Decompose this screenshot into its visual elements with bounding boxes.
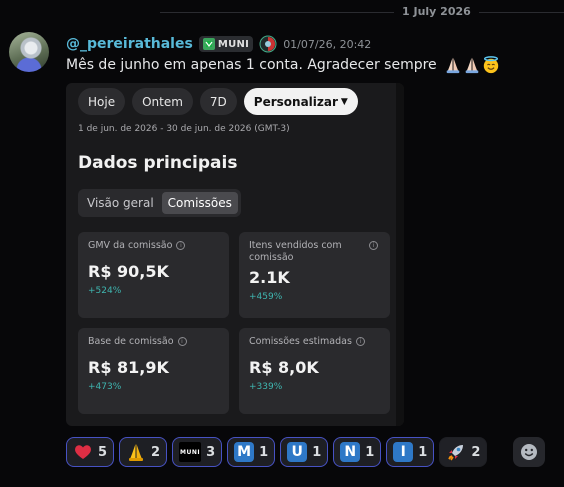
reaction-letter-n[interactable]: N 1	[333, 437, 382, 467]
letter-m-icon: M	[234, 442, 255, 462]
profile-decoration-icon	[259, 35, 277, 53]
smiling-face-with-halo-icon	[483, 56, 498, 74]
metric-label: Comissões estimadas	[249, 336, 352, 347]
folded-hands-icon	[465, 57, 478, 74]
date-divider-line	[160, 12, 564, 13]
metric-delta: +459%	[249, 292, 283, 302]
letter-n-icon: N	[340, 442, 361, 462]
chevron-down-icon: ▼	[340, 96, 348, 107]
server-tag-label: MUNI	[217, 38, 250, 50]
section-title: Dados principais	[78, 153, 238, 173]
reaction-count: 1	[259, 444, 269, 460]
reaction-count: 2	[471, 444, 481, 460]
info-icon: i	[355, 337, 365, 346]
muni-logo-icon: MUNI	[179, 442, 202, 462]
metric-label: Itens vendidos com comissão	[249, 240, 342, 263]
message-timestamp: 01/07/26, 20:42	[283, 37, 372, 51]
red-heart-icon	[75, 445, 91, 459]
reaction-count: 1	[312, 444, 322, 460]
reaction-count: 2	[151, 444, 161, 460]
period-filter: Hoje Ontem 7D Personalizar ▼	[78, 88, 358, 115]
reaction-folded-hands[interactable]: 2	[119, 437, 168, 467]
metric-value: R$ 90,5K	[88, 262, 169, 281]
metric-value: R$ 81,9K	[88, 358, 169, 377]
embedded-screenshot[interactable]: Hoje Ontem 7D Personalizar ▼ 1 de jun. d…	[66, 83, 404, 426]
folded-hands-icon	[446, 57, 459, 74]
pill-personalizar: Personalizar ▼	[243, 88, 358, 115]
metric-delta: +473%	[88, 382, 122, 392]
folded-hands-icon	[129, 444, 144, 461]
smiley-face-icon	[521, 444, 537, 460]
reaction-heart[interactable]: 5	[66, 437, 115, 467]
add-reaction-button[interactable]	[513, 437, 545, 467]
metric-card: Itens vendidos com comissão i 2.1K +459%	[239, 232, 390, 318]
username[interactable]: @_pereirathales	[66, 36, 193, 52]
metric-value: 2.1K	[249, 268, 290, 287]
metric-label: GMV da comissão	[88, 240, 173, 251]
metric-card: Base de comissão i R$ 81,9K +473%	[78, 328, 229, 414]
reaction-count: 3	[206, 444, 216, 460]
tab-visao-geral: Visão geral	[87, 196, 154, 210]
metric-card: Comissões estimadas i R$ 8,0K +339%	[239, 328, 390, 414]
metric-delta: +339%	[249, 382, 283, 392]
reaction-letter-u[interactable]: U 1	[280, 437, 329, 467]
letter-i-icon: I	[393, 442, 414, 462]
pill-ontem: Ontem	[132, 88, 193, 115]
reaction-count: 1	[418, 444, 428, 460]
date-divider-label: 1 July 2026	[394, 5, 479, 18]
reaction-rocket[interactable]: 2	[439, 437, 488, 467]
screenshot-edge	[396, 83, 404, 426]
message-header: @_pereirathales MUNI 01/07/26, 20:42	[66, 34, 371, 54]
user-avatar[interactable]	[9, 32, 49, 72]
metric-value: R$ 8,0K	[249, 358, 319, 377]
metric-card: GMV da comissão i R$ 90,5K +524%	[78, 232, 229, 318]
reaction-count: 1	[365, 444, 375, 460]
server-tag-icon	[202, 38, 215, 50]
rocket-icon	[448, 445, 464, 461]
reaction-letter-i[interactable]: I 1	[386, 437, 435, 467]
metric-delta: +524%	[88, 286, 122, 296]
date-range: 1 de jun. de 2026 - 30 de jun. de 2026 (…	[78, 124, 290, 134]
reaction-muni[interactable]: MUNI 3	[172, 437, 223, 467]
view-tabs: Visão geral Comissões	[78, 189, 241, 217]
metric-label: Base de comissão	[88, 336, 174, 347]
tab-comissoes: Comissões	[161, 192, 238, 214]
reaction-letter-m[interactable]: M 1	[227, 437, 276, 467]
reaction-count: 5	[98, 444, 108, 460]
reaction-bar: 5 2 MUNI 3 M 1 U 1 N 1 I 1 2	[66, 437, 488, 467]
server-tag[interactable]: MUNI	[198, 36, 254, 52]
message-text: Mês de junho em apenas 1 conta. Agradece…	[66, 57, 437, 73]
pill-personalizar-label: Personalizar	[253, 94, 338, 109]
letter-u-icon: U	[287, 442, 308, 462]
info-icon: i	[177, 337, 187, 346]
pill-hoje: Hoje	[78, 88, 126, 115]
info-icon: i	[369, 241, 378, 250]
pill-7d: 7D	[199, 88, 237, 115]
message-content: Mês de junho em apenas 1 conta. Agradece…	[66, 56, 500, 74]
info-icon: i	[176, 241, 186, 250]
